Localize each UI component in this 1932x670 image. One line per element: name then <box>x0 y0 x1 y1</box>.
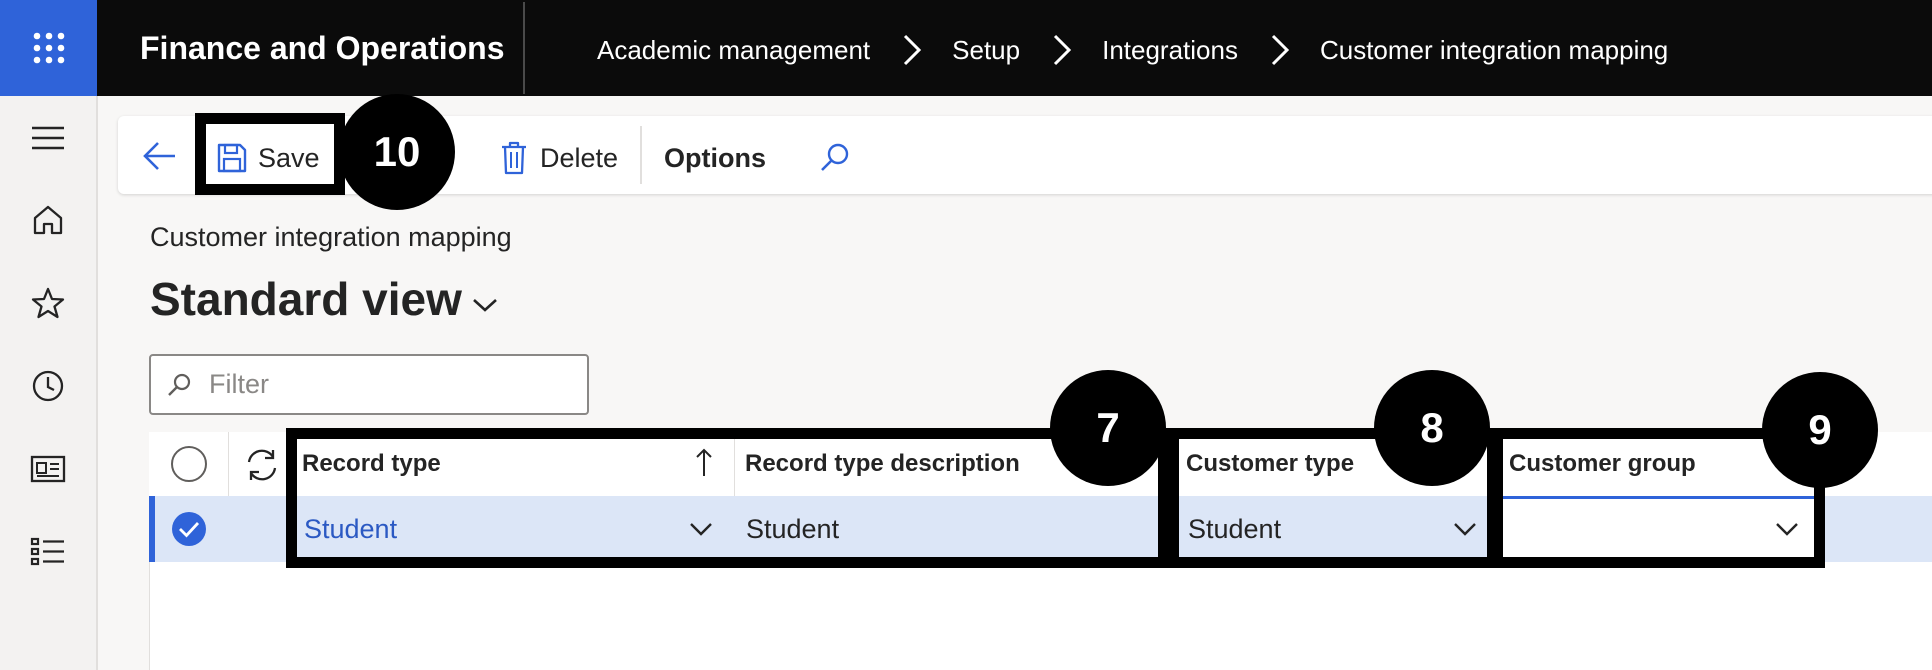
options-button[interactable]: Options <box>664 138 766 178</box>
callout-badge-customer-group: 9 <box>1762 372 1878 488</box>
clock-icon <box>32 370 64 402</box>
view-selector[interactable]: Standard view <box>150 272 500 326</box>
breadcrumb-item-setup[interactable]: Setup <box>952 35 1020 66</box>
app-launcher-button[interactable] <box>0 0 97 96</box>
app-title[interactable]: Finance and Operations <box>140 30 505 67</box>
breadcrumb: Academic management Setup Integrations C… <box>597 32 1668 68</box>
home-icon <box>33 205 63 235</box>
breadcrumb-item-academic-management[interactable]: Academic management <box>597 35 870 66</box>
search-icon <box>821 143 849 171</box>
search-button[interactable] <box>818 138 852 178</box>
refresh-icon <box>247 449 277 481</box>
nav-home-button[interactable] <box>24 196 72 244</box>
callout-badge-save: 10 <box>339 94 455 210</box>
nav-favorites-button[interactable] <box>24 279 72 327</box>
trash-icon <box>502 141 526 175</box>
breadcrumb-item-integrations[interactable]: Integrations <box>1102 35 1238 66</box>
nav-workspaces-button[interactable] <box>24 445 72 493</box>
callout-badge-record-type: 7 <box>1050 370 1166 486</box>
search-icon <box>168 373 191 396</box>
chevron-right-icon <box>1054 34 1072 66</box>
check-circle-icon <box>172 512 206 546</box>
actionpane-divider <box>640 126 642 184</box>
row-selection-indicator <box>149 496 155 562</box>
nav-menu-button[interactable] <box>24 114 72 162</box>
delete-button[interactable]: Delete <box>500 138 618 178</box>
refresh-button[interactable] <box>242 445 282 485</box>
chevron-down-icon <box>473 299 497 312</box>
callout-box-record-type <box>286 428 1169 568</box>
list-icon <box>30 537 64 566</box>
circle-checkbox-icon <box>171 446 207 482</box>
filter-box[interactable] <box>149 354 589 415</box>
callout-box-save <box>195 113 345 195</box>
options-label: Options <box>664 142 766 173</box>
callout-number: 7 <box>1096 404 1120 451</box>
callout-number: 10 <box>373 128 421 175</box>
callout-number: 9 <box>1808 406 1832 453</box>
topbar-divider <box>523 2 525 94</box>
breadcrumb-item-customer-integration-mapping[interactable]: Customer integration mapping <box>1320 35 1668 66</box>
chevron-right-icon <box>1271 34 1290 66</box>
chevron-right-icon <box>904 34 922 66</box>
nav-modules-button[interactable] <box>24 528 72 576</box>
filter-input[interactable] <box>207 368 571 401</box>
callout-number: 8 <box>1420 404 1444 451</box>
delete-label: Delete <box>540 142 619 173</box>
view-title: Standard view <box>150 273 462 325</box>
star-icon <box>31 287 65 319</box>
workspace-icon <box>30 455 66 483</box>
row-checkbox[interactable] <box>170 510 208 548</box>
arrow-left-icon <box>143 142 175 170</box>
nav-recent-button[interactable] <box>24 362 72 410</box>
back-button[interactable] <box>140 134 180 178</box>
hamburger-icon <box>32 126 64 150</box>
callout-badge-customer-type: 8 <box>1374 370 1490 486</box>
form-caption: Customer integration mapping <box>150 222 512 252</box>
waffle-icon <box>33 32 64 64</box>
select-all-checkbox[interactable] <box>170 445 208 483</box>
